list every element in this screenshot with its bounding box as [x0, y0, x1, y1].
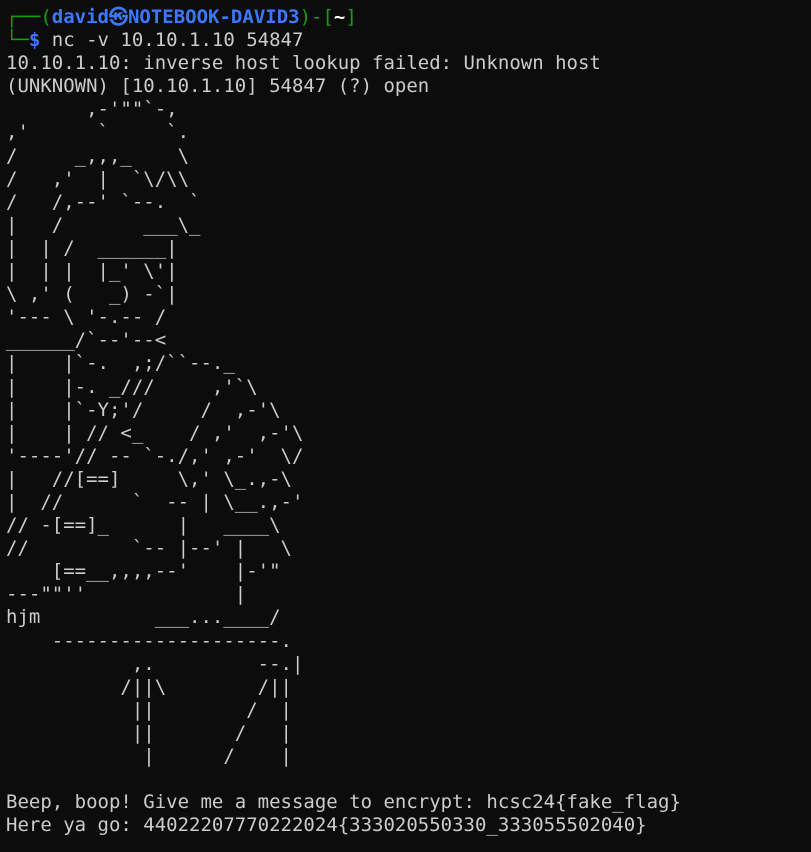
prompt-dollar: $ [28, 29, 41, 52]
encrypt-prompt-line: Beep, boop! Give me a message to encrypt… [6, 791, 681, 814]
prompt-at-icon: ㉿ [108, 6, 128, 28]
prompt-dir-close: ] [345, 6, 357, 28]
prompt-dir: ~ [333, 6, 346, 28]
prompt-user: david [51, 6, 109, 28]
prompt-host: NOTEBOOK-DAVID3 [127, 6, 300, 28]
lookup-output-line: 10.10.1.10: inverse host lookup failed: … [6, 52, 601, 75]
command-text: nc -v 10.10.1.10 54847 [40, 29, 304, 52]
connection-open-line: (UNKNOWN) [10.10.1.10] 54847 (?) open [6, 75, 430, 98]
command-line: └─$ nc -v 10.10.1.10 54847 [6, 29, 811, 52]
encrypt-result-line: Here ya go: 44022207770222024{3330205503… [6, 814, 647, 837]
prompt-corner-top: ┌──( [6, 6, 52, 28]
ascii-art: ,-'""`-, ,' ` `. / _,,,_ \ / ,' | `\/\\ … [6, 98, 304, 767]
prompt-header-line: ┌──(david㉿NOTEBOOK-DAVID3)-[~] [6, 6, 811, 29]
prompt-dir-open: )-[ [299, 6, 334, 28]
prompt-corner-bottom: └─ [6, 29, 29, 52]
terminal-window[interactable]: ┌──(david㉿NOTEBOOK-DAVID3)-[~] └─$ nc -v… [0, 0, 811, 852]
